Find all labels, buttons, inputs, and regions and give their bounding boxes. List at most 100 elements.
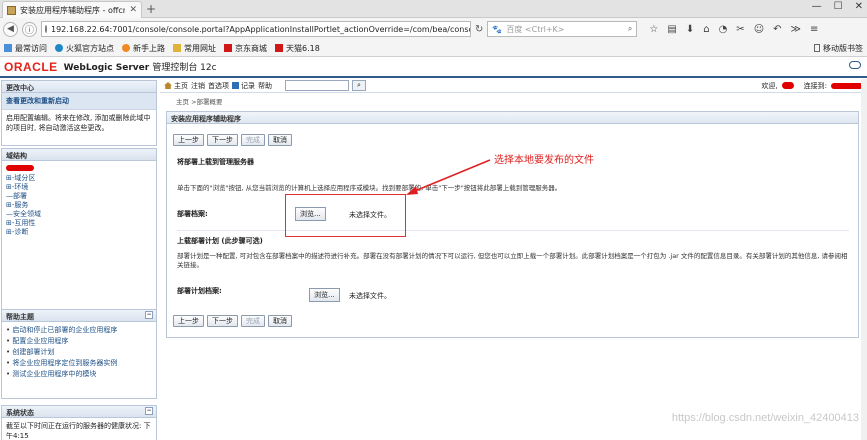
tree-item-deployments[interactable]: —部署 [6,192,152,201]
tab-title: 安装应用程序辅助程序 - offcn-1 [20,5,126,15]
favicon-icon [7,5,16,15]
plan-file-status: 未选择文件。 [349,292,391,300]
console-search-input[interactable] [285,80,349,91]
jd-icon [224,44,232,52]
url-bar[interactable]: 192.168.22.64:7001/console/console.porta… [41,21,471,37]
left-sidebar: 更改中心 查看更改和重新启动 启用配置编辑。将来在修改, 添加或删除此域中的项目… [0,79,158,440]
browser-tabbar: 安装应用程序辅助程序 - offcn-1 ✕ + — ☐ ✕ [0,0,867,18]
change-center-desc: 启用配置编辑。将来在修改, 添加或删除此域中的项目时, 将自动激活这些更改。 [6,114,151,132]
help-link[interactable]: 帮助 [258,81,272,91]
tree-item-diagnostics[interactable]: ⊞-诊断 [6,228,152,237]
back-button[interactable]: 上一步 [173,315,204,327]
info-icon[interactable]: ⓘ [22,21,37,37]
download-icon[interactable]: ⬇ [686,24,694,35]
product-title: WebLogic Server 管理控制台 12c [63,63,217,73]
plan-section-title: 上载部署计划 (此步骤可选) [177,237,263,245]
minimize-panel-icon[interactable]: − [145,311,153,319]
domain-structure-title: 域结构 [2,149,156,161]
help-link[interactable]: 启动和停止已部署的企业应用程序 [6,325,152,336]
firefox-icon [55,44,63,52]
wizard-buttons-top: 上一步 下一步 完成 取消 [173,134,292,146]
minimize-panel-icon[interactable]: − [145,407,153,415]
home-link[interactable]: 主页 [164,81,188,91]
globe-icon [45,25,47,33]
bookmark-item[interactable]: 最常访问 [4,43,47,54]
bookmark-item[interactable]: 火狐官方站点 [55,43,114,54]
oracle-logo: ORACLE [4,59,58,74]
help-link[interactable]: 测试企业应用程序中的模块 [6,369,152,380]
tree-item-environment[interactable]: ⊞-环境 [6,183,152,192]
minimize-icon[interactable]: — [812,1,822,12]
folder-icon [4,44,12,52]
browser-tab[interactable]: 安装应用程序辅助程序 - offcn-1 ✕ [2,1,142,18]
back-icon[interactable]: ◀ [3,21,18,37]
bookmark-star-icon[interactable]: ☆ [649,24,658,35]
preferences-link[interactable]: 首选项 [208,81,229,91]
section-divider [177,230,849,231]
home-icon[interactable]: ⌂ [703,24,709,35]
archive-label: 部署档案: [177,210,208,218]
tree-item-services[interactable]: ⊞-服务 [6,201,152,210]
next-button[interactable]: 下一步 [207,134,238,146]
cancel-button[interactable]: 取消 [268,134,292,146]
tree-item-partitions[interactable]: ⊞-域分区 [6,174,152,183]
header-help-icon[interactable] [849,61,861,69]
watermark: https://blog.csdn.net/weixin_42400413 [671,412,859,424]
search-icon[interactable]: ⌕ [628,24,632,34]
bookmark-item[interactable]: 常用网址 [173,43,216,54]
lock-and-edit-link[interactable]: 查看更改和重新启动 [2,93,156,110]
welcome-area: 欢迎, 连接到: [761,81,863,91]
change-center-title: 更改中心 [2,81,156,93]
more-icon[interactable]: ≫ [791,24,801,35]
next-button[interactable]: 下一步 [207,315,238,327]
finish-button[interactable]: 完成 [241,315,265,327]
help-topics-panel: 帮助主题− 启动和停止已部署的企业应用程序 配置企业应用程序 创建部署计划 将企… [1,309,157,399]
bookmark-item[interactable]: 天猫6.18 [275,43,320,54]
undo-icon[interactable]: ↶ [773,24,781,35]
redacted-user [781,82,794,89]
cancel-button[interactable]: 取消 [268,315,292,327]
reload-icon[interactable]: ↻ [475,24,483,35]
help-link[interactable]: 将企业应用程序定位到服务器实例 [6,358,152,369]
maximize-icon[interactable]: ☐ [834,1,843,12]
folder-icon [173,44,181,52]
reader-icon[interactable]: ▤ [667,24,676,35]
search-placeholder: 百度 <Ctrl+K> [506,24,565,34]
new-tab-button[interactable]: + [146,2,156,16]
system-status-title: 系统状态 − [2,406,156,418]
vertical-scrollbar[interactable] [861,79,867,440]
help-topics-list: 启动和停止已部署的企业应用程序 配置企业应用程序 创建部署计划 将企业应用程序定… [6,325,152,380]
close-window-icon[interactable]: ✕ [855,1,863,12]
search-engine-icon: 🐾 [492,24,503,34]
plan-desc: 部署计划是一种配置, 可对包含在部署档案中的描述符进行补充。部署在没有部署计划的… [177,252,848,269]
back-button[interactable]: 上一步 [173,134,204,146]
plan-label: 部署计划档案: [177,287,222,295]
firefox-icon [122,44,130,52]
record-link[interactable]: 记录 [232,81,255,91]
tree-item-interop[interactable]: ⊞-互用性 [6,219,152,228]
breadcrumb[interactable]: 主页 >部署概要 [176,96,223,106]
help-link[interactable]: 配置企业应用程序 [6,336,152,347]
bookmark-item[interactable]: 新手上路 [122,43,165,54]
tree-item-security[interactable]: —安全领域 [6,210,152,219]
redacted-domain [831,82,863,89]
logout-link[interactable]: 注销 [191,81,205,91]
record-icon [232,82,239,89]
browse-plan-button[interactable]: 浏览... [309,288,340,302]
bookmark-item[interactable]: 京东商城 [224,43,267,54]
bookmarks-bar: 最常访问 火狐官方站点 新手上路 常用网址 京东商城 天猫6.18 移动版书签 [0,40,867,57]
browser-tools: ☆ ▤ ⬇ ⌂ ◔ ✂ ☺ ↶ ≫ ≡ [649,24,818,35]
chat-icon[interactable]: ☺ [754,24,764,35]
close-tab-icon[interactable]: ✕ [129,5,137,15]
mobile-bookmarks[interactable]: 移动版书签 [814,43,863,54]
console-search-button[interactable]: ⌕ [352,80,366,91]
finish-button[interactable]: 完成 [241,134,265,146]
redacted-domain-name [6,165,34,171]
url-text: 192.168.22.64:7001/console/console.porta… [51,24,471,34]
search-input[interactable]: 🐾 百度 <Ctrl+K> ⌕ [487,21,638,37]
screenshot-icon[interactable]: ✂ [736,24,744,35]
pocket-icon[interactable]: ◔ [719,24,728,35]
help-link[interactable]: 创建部署计划 [6,347,152,358]
console-toolbar: 主页 注销 首选项 记录 帮助 ⌕ 欢迎, 连接到: [160,79,867,93]
menu-icon[interactable]: ≡ [810,24,818,35]
